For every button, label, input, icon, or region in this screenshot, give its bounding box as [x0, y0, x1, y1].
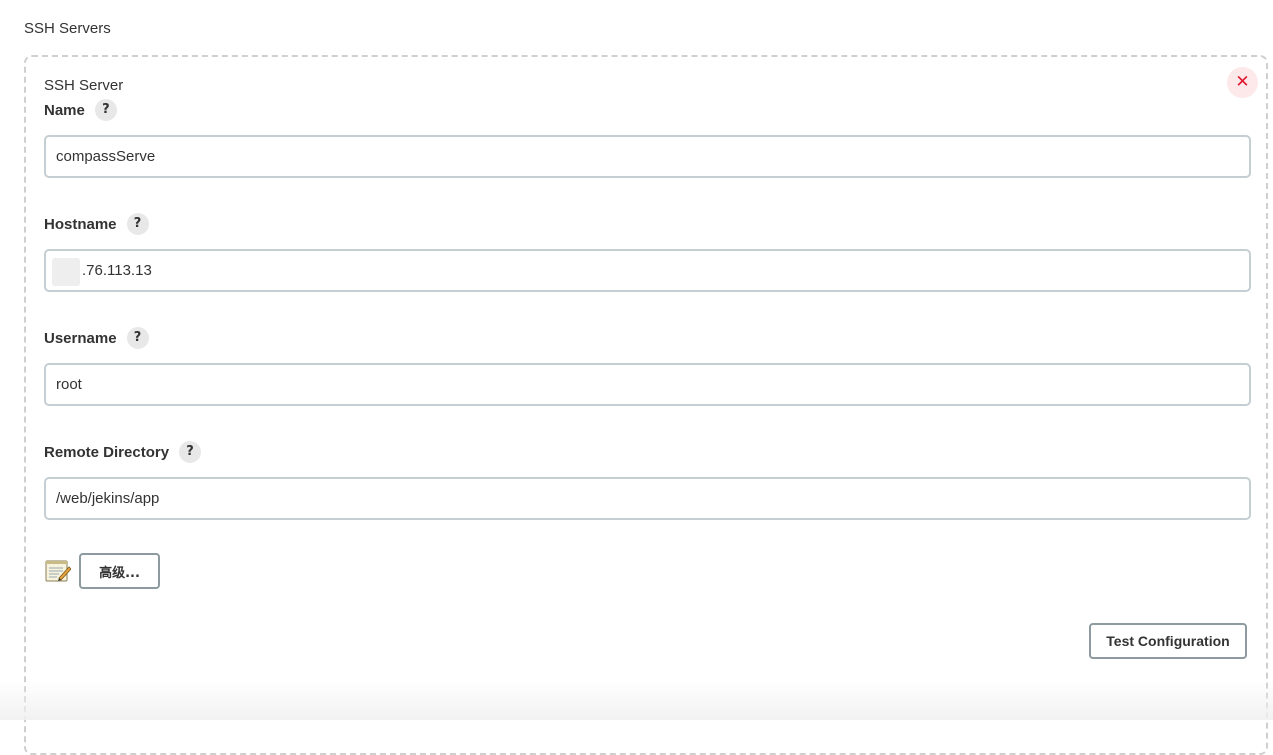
- hostname-help-icon[interactable]: ?: [126, 213, 149, 235]
- redacted-blur: [52, 258, 80, 286]
- hostname-label: Hostname: [44, 215, 117, 233]
- hostname-label-row: Hostname ?: [44, 212, 149, 236]
- remote-directory-label: Remote Directory: [44, 443, 170, 461]
- name-label-row: Name ?: [44, 98, 117, 122]
- username-help-icon[interactable]: ?: [126, 327, 149, 349]
- ssh-server-header: SSH Server: [44, 77, 124, 94]
- close-icon: ✕: [1235, 72, 1250, 92]
- remote-directory-input[interactable]: [44, 477, 1251, 520]
- username-label-row: Username ?: [44, 326, 149, 350]
- username-label: Username: [44, 329, 117, 347]
- remote-directory-label-row: Remote Directory ?: [44, 440, 202, 464]
- section-title: SSH Servers: [24, 20, 111, 37]
- hostname-input[interactable]: [44, 249, 1251, 292]
- delete-server-button[interactable]: ✕: [1227, 67, 1258, 98]
- username-input[interactable]: [44, 363, 1251, 406]
- remote-directory-help-icon[interactable]: ?: [179, 441, 202, 463]
- name-help-icon[interactable]: ?: [94, 99, 117, 121]
- name-input[interactable]: [44, 135, 1251, 178]
- advanced-button[interactable]: 高级...: [79, 553, 160, 589]
- name-label: Name: [44, 101, 85, 119]
- test-configuration-button[interactable]: Test Configuration: [1089, 623, 1247, 659]
- notepad-icon: [45, 560, 71, 582]
